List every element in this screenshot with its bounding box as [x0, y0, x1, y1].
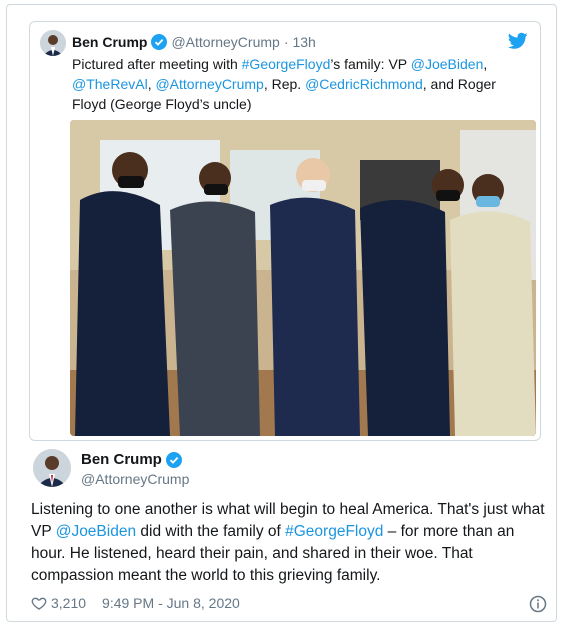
author-name[interactable]: Ben Crump: [81, 451, 162, 468]
tweet-timestamp[interactable]: 9:49 PM - Jun 8, 2020: [102, 595, 240, 611]
twitter-bird-icon[interactable]: [508, 32, 528, 50]
tweet-header: Ben Crump @AttorneyCrump: [81, 451, 189, 487]
quoted-author-name[interactable]: Ben Crump: [72, 34, 147, 50]
quoted-timestamp[interactable]: 13h: [292, 34, 315, 50]
verified-badge-icon: [165, 451, 182, 468]
author-handle[interactable]: @AttorneyCrump: [81, 471, 189, 487]
separator-dot: ·: [283, 34, 289, 50]
quoted-tweet-text: Pictured after meeting with #GeorgeFloyd…: [72, 54, 530, 114]
author-name-row: Ben Crump: [81, 451, 189, 468]
heart-icon[interactable]: [31, 595, 47, 611]
tweet-card: Ben Crump @AttorneyCrump · 13h Pictured …: [6, 4, 557, 622]
tweet-text: Listening to one another is what will be…: [31, 499, 547, 587]
text-segment: did with the family of: [136, 523, 286, 540]
tweet-footer: 3,210 9:49 PM - Jun 8, 2020: [31, 595, 547, 613]
quoted-tweet[interactable]: Ben Crump @AttorneyCrump · 13h Pictured …: [29, 21, 541, 441]
quoted-author-handle[interactable]: @AttorneyCrump: [171, 34, 279, 50]
mention-link[interactable]: @CedricRichmond: [305, 76, 423, 92]
tweet-photo[interactable]: [70, 120, 536, 436]
text-segment: ’s family: VP: [330, 56, 411, 72]
like-count[interactable]: 3,210: [51, 595, 86, 611]
text-segment: , Rep.: [263, 76, 306, 92]
quoted-header: Ben Crump @AttorneyCrump · 13h: [72, 34, 316, 50]
quoted-avatar[interactable]: [40, 30, 66, 56]
mention-link[interactable]: @JoeBiden: [56, 523, 136, 540]
mention-link[interactable]: @AttorneyCrump: [155, 76, 263, 92]
mention-link[interactable]: @JoeBiden: [411, 56, 484, 72]
info-icon[interactable]: [529, 595, 547, 613]
text-segment: Pictured after meeting with: [72, 56, 242, 72]
hashtag-link[interactable]: #GeorgeFloyd: [242, 56, 331, 72]
verified-badge-icon: [151, 34, 168, 50]
author-avatar[interactable]: [33, 449, 71, 487]
hashtag-link[interactable]: #GeorgeFloyd: [285, 523, 383, 540]
mention-link[interactable]: @TheRevAl: [72, 76, 148, 92]
text-segment: ,: [483, 56, 488, 72]
